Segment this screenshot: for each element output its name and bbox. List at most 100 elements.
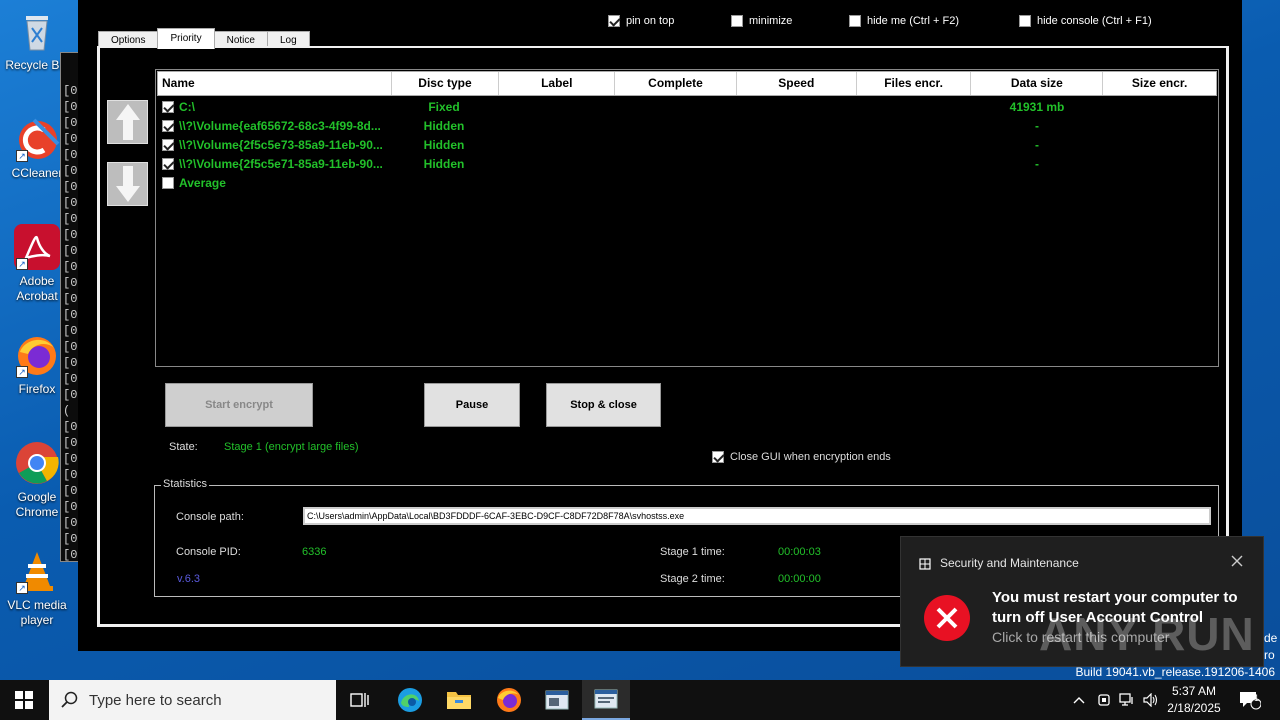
close-gui-checkbox[interactable] (712, 451, 724, 463)
desktop-edge-text-1: de (1264, 631, 1278, 645)
minimize-checkbox[interactable] (731, 15, 743, 27)
shortcut-arrow-icon: ↗ (16, 150, 28, 162)
drive-row[interactable]: \\?\Volume{2f5c5e71-85a9-11eb-90... Hidde… (156, 154, 1218, 173)
notification-count: 1 (1254, 693, 1260, 703)
drive-name: C:\ (179, 99, 195, 114)
hide-console-checkbox[interactable] (1019, 15, 1031, 27)
hide-me-option[interactable]: hide me (Ctrl + F2) (849, 15, 959, 27)
drive-name: \\?\Volume{2f5c5e71-85a9-11eb-90... (179, 156, 383, 171)
version-label: v.6.3 (177, 573, 201, 585)
chrome-icon (14, 440, 60, 486)
window-app-icon (545, 690, 569, 710)
pause-button[interactable]: Pause (424, 383, 520, 427)
column-data-size[interactable]: Data size (971, 72, 1104, 95)
show-hidden-icons-button[interactable] (1066, 680, 1092, 720)
taskbar: Type here to search 5:37 AM 2/18/2025 1 (0, 680, 1280, 720)
minimize-option[interactable]: minimize (731, 15, 792, 27)
security-toast[interactable]: Security and Maintenance You must restar… (900, 536, 1264, 667)
column-label[interactable]: Label (499, 72, 616, 95)
statistics-title: Statistics (161, 478, 210, 490)
task-view-icon (350, 693, 369, 707)
drive-row[interactable]: C:\ Fixed 41931 mb (156, 97, 1218, 116)
minimize-label: minimize (749, 15, 793, 27)
network-button[interactable] (1115, 680, 1139, 720)
drive-row[interactable]: \\?\Volume{eaf65672-68c3-4f99-8d... Hidde… (156, 116, 1218, 135)
column-files-encr[interactable]: Files encr. (857, 72, 972, 95)
toast-close-button[interactable] (1229, 553, 1245, 569)
console-pid-label: Console PID: (176, 546, 241, 558)
start-encrypt-button[interactable]: Start encrypt (165, 383, 313, 427)
drive-list[interactable]: Name Disc type Label Complete Speed File… (155, 69, 1219, 367)
drive-data-size: - (1035, 118, 1039, 133)
drive-data-size: 41931 mb (1009, 99, 1065, 114)
stop-close-button[interactable]: Stop & close (546, 383, 661, 427)
recycle-bin-icon (14, 8, 60, 54)
task-view-button[interactable] (336, 680, 384, 720)
pin-on-top-option[interactable]: pin on top (608, 15, 674, 27)
speaker-icon (1143, 693, 1158, 707)
vlc-icon: ↗ (14, 548, 60, 594)
hide-me-checkbox[interactable] (849, 15, 861, 27)
firefox-taskbar-button[interactable] (485, 680, 533, 720)
chevron-up-icon (1073, 697, 1085, 704)
drive-name: \\?\Volume{2f5c5e73-85a9-11eb-90... (179, 137, 383, 152)
column-speed[interactable]: Speed (737, 72, 857, 95)
column-size-encr[interactable]: Size encr. (1103, 72, 1216, 95)
drive-row[interactable]: \\?\Volume{2f5c5e73-85a9-11eb-90... Hidde… (156, 135, 1218, 154)
close-icon (1231, 555, 1243, 567)
ccleaner-label: CCleaner (11, 166, 63, 180)
start-button[interactable] (0, 680, 48, 720)
drive-checkbox[interactable] (162, 176, 174, 189)
clock[interactable]: 5:37 AM 2/18/2025 (1166, 683, 1222, 717)
adobe-acrobat-icon: ↗ (14, 224, 60, 270)
drive-checkbox[interactable] (162, 157, 174, 170)
drive-data-size: - (1035, 156, 1039, 171)
drive-checkbox[interactable] (162, 119, 174, 132)
window-app-icon (594, 689, 618, 709)
column-disc-type[interactable]: Disc type (392, 72, 500, 95)
column-complete[interactable]: Complete (615, 72, 737, 95)
firefox-icon: ↗ (14, 332, 60, 378)
console-path-field[interactable]: C:\Users\admin\AppData\Local\BD3FDDDF-6C… (303, 507, 1211, 525)
drive-row[interactable]: Average (156, 173, 1218, 192)
move-up-button[interactable] (107, 100, 148, 144)
folder-icon (447, 692, 471, 709)
drive-list-rows: C:\ Fixed 41931 mb \\?\Volume{eaf65672-68c3… (156, 97, 1218, 192)
shortcut-arrow-icon: ↗ (16, 258, 28, 270)
close-gui-option[interactable]: Close GUI when encryption ends (712, 451, 891, 463)
tab-priority[interactable]: Priority (157, 28, 215, 49)
hide-me-label: hide me (Ctrl + F2) (867, 15, 959, 27)
drive-data-size: - (1035, 137, 1039, 152)
action-center-button[interactable]: 1 (1230, 680, 1270, 720)
hide-console-option[interactable]: hide console (Ctrl + F1) (1019, 15, 1152, 27)
arrow-up-icon (115, 104, 140, 140)
column-name[interactable]: Name (158, 72, 392, 95)
pin-on-top-checkbox[interactable] (608, 15, 620, 27)
tray-device-button[interactable] (1092, 680, 1116, 720)
error-icon (923, 594, 971, 647)
drive-checkbox[interactable] (162, 138, 174, 151)
ccleaner-icon: ↗ (14, 116, 60, 162)
shortcut-arrow-icon: ↗ (16, 366, 28, 378)
anyrun-watermark: ANY RUN (1039, 608, 1255, 660)
file-explorer-taskbar-button[interactable] (435, 680, 483, 720)
taskbar-search-box[interactable]: Type here to search (49, 680, 336, 720)
network-icon (1119, 693, 1133, 706)
console-path-label: Console path: (176, 511, 244, 523)
arrow-down-icon (115, 166, 140, 202)
toast-app-name: Security and Maintenance (940, 556, 1079, 570)
encryptor-taskbar-button[interactable] (582, 680, 630, 720)
volume-button[interactable] (1139, 680, 1163, 720)
hide-console-label: hide console (Ctrl + F1) (1037, 15, 1152, 27)
edge-taskbar-button[interactable] (386, 680, 434, 720)
chrome-label: Google Chrome (15, 490, 59, 519)
shortcut-arrow-icon: ↗ (16, 582, 28, 594)
stage1-time-label: Stage 1 time: (660, 546, 725, 558)
desktop-edge-text-2: ro (1264, 648, 1275, 662)
app-taskbar-button[interactable] (533, 680, 581, 720)
edge-icon (398, 688, 422, 712)
stage2-time-label: Stage 2 time: (660, 573, 725, 585)
close-gui-label: Close GUI when encryption ends (730, 451, 891, 463)
drive-checkbox[interactable] (162, 100, 174, 113)
move-down-button[interactable] (107, 162, 148, 206)
